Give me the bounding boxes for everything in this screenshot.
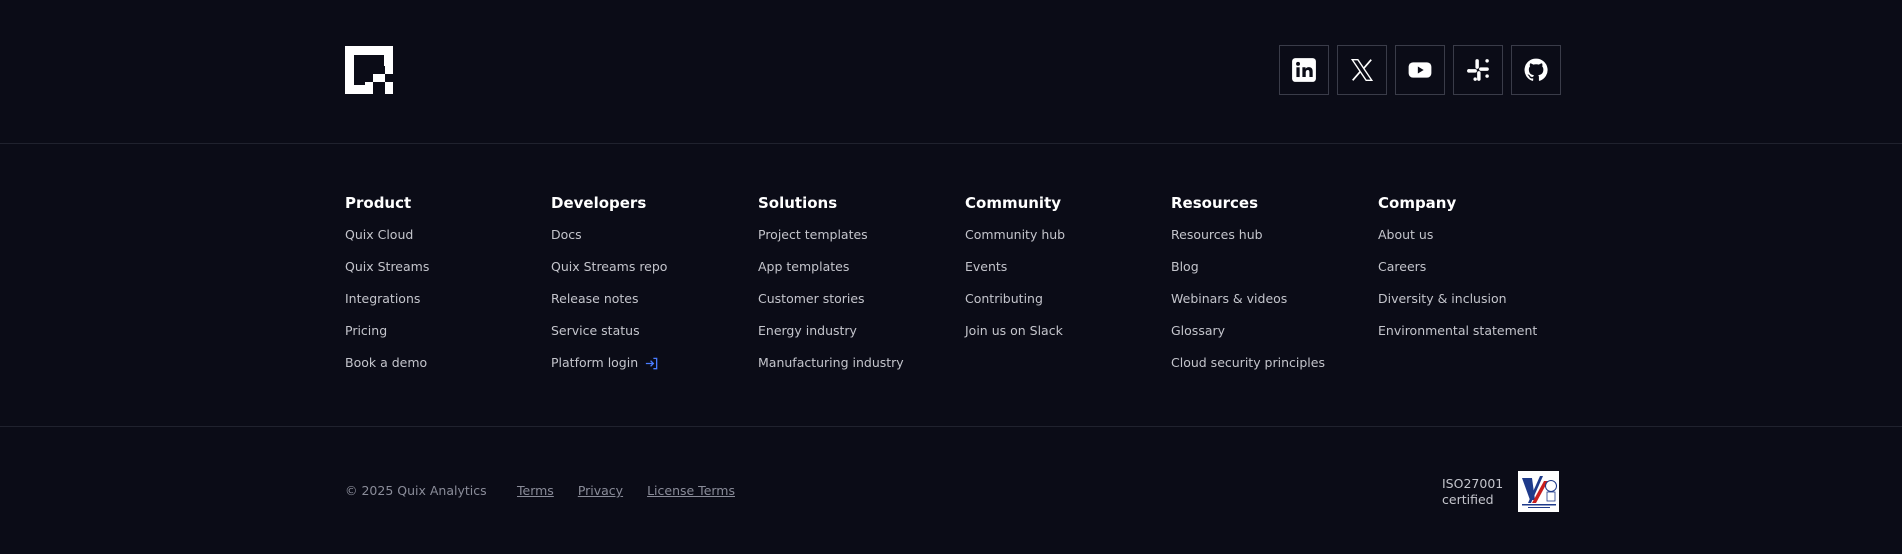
license-terms-link[interactable]: License Terms	[647, 483, 735, 498]
linkedin-icon	[1292, 58, 1316, 82]
link-webinars-videos[interactable]: Webinars & videos	[1171, 291, 1371, 307]
slack-icon	[1467, 59, 1489, 81]
link-careers[interactable]: Careers	[1378, 259, 1578, 275]
link-events[interactable]: Events	[965, 259, 1165, 275]
x-icon	[1350, 59, 1374, 81]
link-platform-login[interactable]: Platform login	[551, 355, 751, 371]
x-link[interactable]	[1337, 45, 1387, 95]
iso-certificate-icon	[1521, 475, 1557, 508]
iso-text: ISO27001 certified	[1442, 476, 1506, 508]
legal-links: Terms Privacy License Terms	[517, 483, 735, 498]
link-environmental-statement[interactable]: Environmental statement	[1378, 323, 1578, 339]
column-developers: Developers Docs Quix Streams repo Releas…	[551, 194, 751, 387]
iso-badge	[1518, 471, 1559, 512]
link-community-hub[interactable]: Community hub	[965, 227, 1165, 243]
link-blog[interactable]: Blog	[1171, 259, 1371, 275]
footer-bottom: © 2025 Quix Analytics Terms Privacy Lice…	[0, 427, 1902, 553]
column-title: Resources	[1171, 194, 1259, 212]
copyright: © 2025 Quix Analytics	[345, 483, 487, 498]
link-contributing[interactable]: Contributing	[965, 291, 1165, 307]
column-title: Solutions	[758, 194, 838, 212]
column-resources: Resources Resources hub Blog Webinars & …	[1171, 194, 1371, 387]
link-cloud-security[interactable]: Cloud security principles	[1171, 355, 1371, 371]
column-solutions: Solutions Project templates App template…	[758, 194, 958, 387]
link-energy-industry[interactable]: Energy industry	[758, 323, 958, 339]
footer-top	[0, 0, 1902, 144]
platform-login-label: Platform login	[551, 355, 639, 370]
link-quix-cloud[interactable]: Quix Cloud	[345, 227, 545, 243]
iso-line-1: ISO27001	[1442, 475, 1504, 491]
login-arrow-icon	[646, 357, 658, 369]
link-quix-streams[interactable]: Quix Streams	[345, 259, 545, 275]
privacy-link[interactable]: Privacy	[578, 483, 623, 498]
github-link[interactable]	[1511, 45, 1561, 95]
footer-links: Product Quix Cloud Quix Streams Integrat…	[0, 144, 1902, 427]
quix-logo[interactable]	[345, 46, 393, 94]
link-docs[interactable]: Docs	[551, 227, 751, 243]
column-community: Community Community hub Events Contribut…	[965, 194, 1165, 355]
link-book-a-demo[interactable]: Book a demo	[345, 355, 545, 371]
column-company: Company About us Careers Diversity & inc…	[1378, 194, 1578, 355]
social-links	[1279, 45, 1561, 95]
iso-certification: ISO27001 certified	[1442, 471, 1559, 512]
link-glossary[interactable]: Glossary	[1171, 323, 1371, 339]
link-diversity-inclusion[interactable]: Diversity & inclusion	[1378, 291, 1578, 307]
link-customer-stories[interactable]: Customer stories	[758, 291, 958, 307]
youtube-link[interactable]	[1395, 45, 1445, 95]
link-join-slack[interactable]: Join us on Slack	[965, 323, 1165, 339]
youtube-icon	[1408, 62, 1432, 78]
link-app-templates[interactable]: App templates	[758, 259, 958, 275]
column-product: Product Quix Cloud Quix Streams Integrat…	[345, 194, 545, 387]
link-integrations[interactable]: Integrations	[345, 291, 545, 307]
link-pricing[interactable]: Pricing	[345, 323, 545, 339]
link-project-templates[interactable]: Project templates	[758, 227, 958, 243]
column-title: Product	[345, 194, 412, 212]
link-quix-streams-repo[interactable]: Quix Streams repo	[551, 259, 751, 275]
link-about-us[interactable]: About us	[1378, 227, 1578, 243]
link-service-status[interactable]: Service status	[551, 323, 751, 339]
column-title: Company	[1378, 194, 1457, 212]
iso-line-2: certified	[1442, 491, 1494, 507]
link-release-notes[interactable]: Release notes	[551, 291, 751, 307]
column-title: Community	[965, 194, 1062, 212]
slack-link[interactable]	[1453, 45, 1503, 95]
link-manufacturing-industry[interactable]: Manufacturing industry	[758, 355, 958, 371]
linkedin-link[interactable]	[1279, 45, 1329, 95]
github-icon	[1524, 58, 1548, 81]
quix-logo-icon	[345, 46, 393, 94]
link-resources-hub[interactable]: Resources hub	[1171, 227, 1371, 243]
column-title: Developers	[551, 194, 647, 212]
terms-link[interactable]: Terms	[517, 483, 554, 498]
